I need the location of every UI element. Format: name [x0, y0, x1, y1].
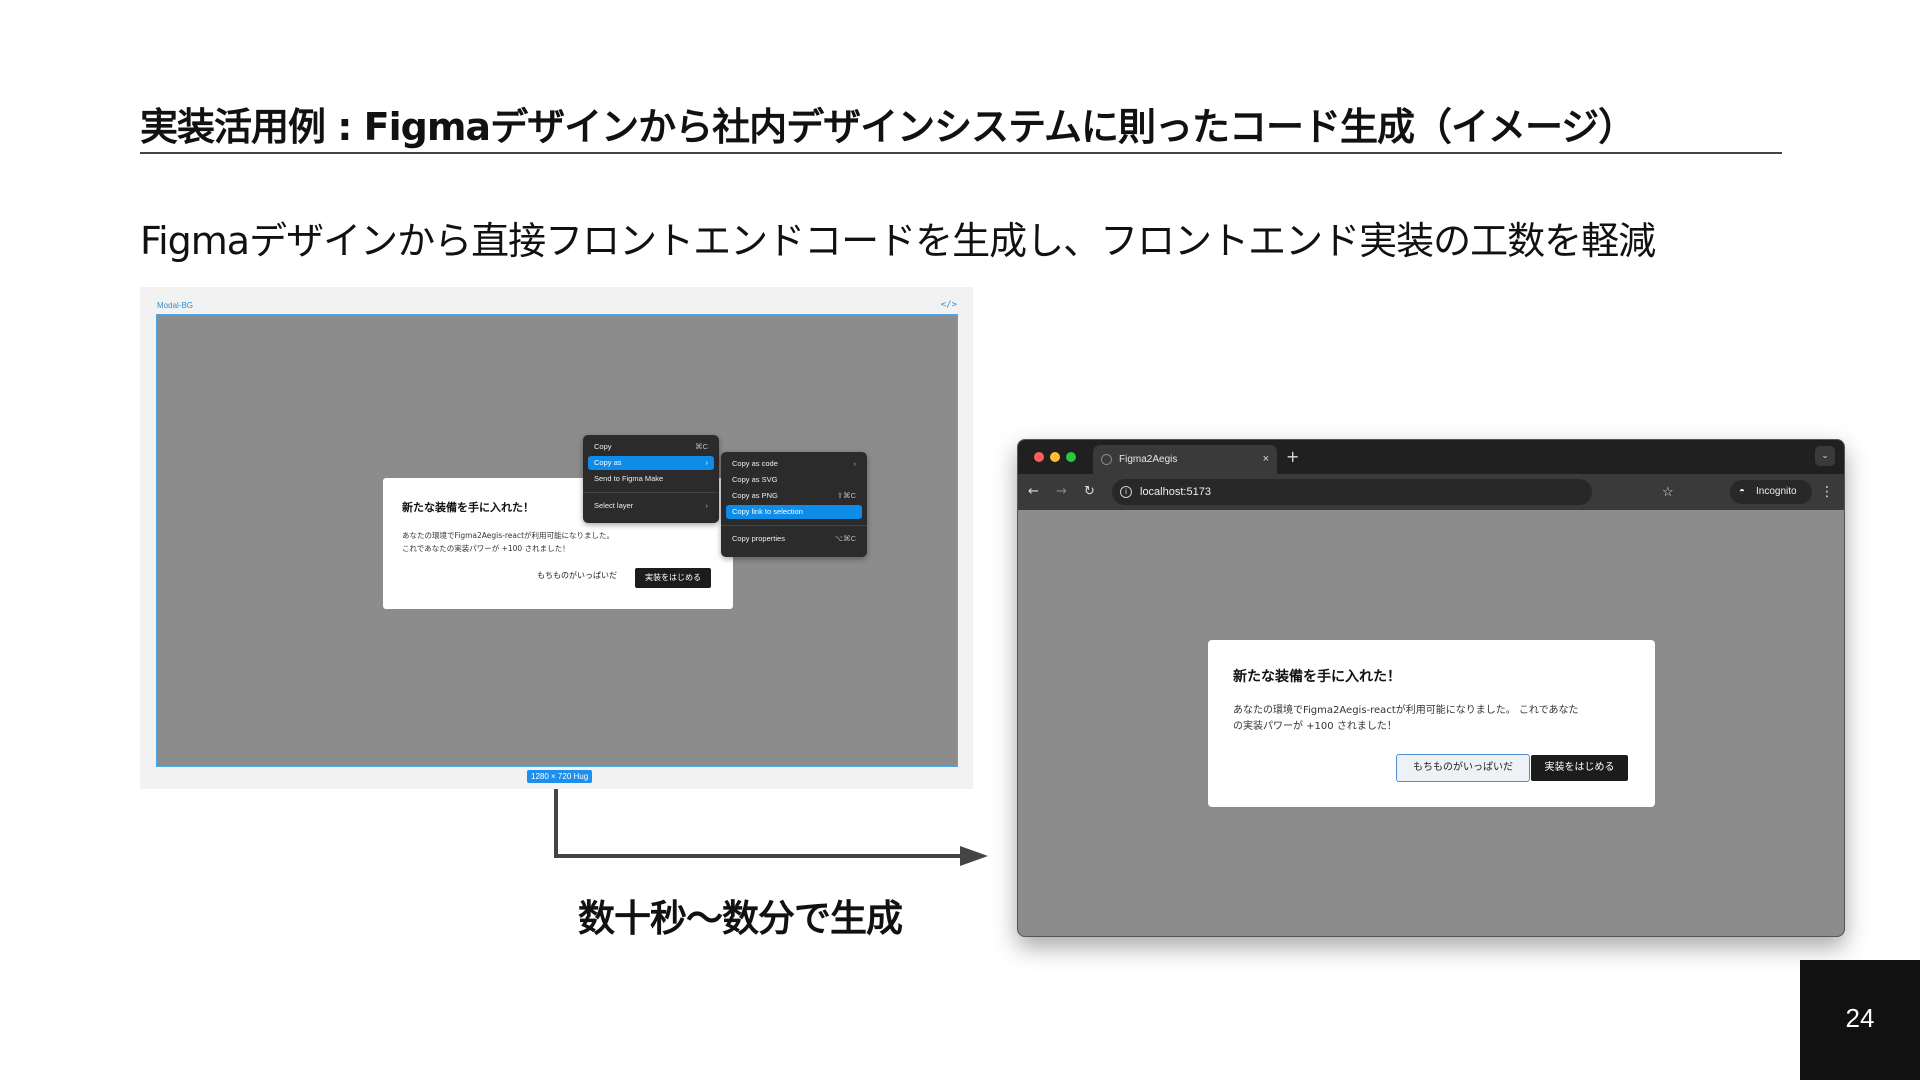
new-tab-button[interactable]: +: [1286, 444, 1299, 470]
forward-arrow-icon[interactable]: →: [1056, 474, 1067, 510]
arrow-line: [554, 789, 962, 858]
modal-body: あなたの環境でFigma2Aegis-reactが利用可能になりました。 これで…: [1233, 703, 1579, 735]
modal-secondary-button[interactable]: もちものがいっぱいだ: [1396, 754, 1530, 782]
page-number: 24: [1800, 960, 1920, 1080]
address-bar[interactable]: i localhost:5173 ☆: [1112, 479, 1674, 505]
bookmark-star-icon[interactable]: ☆: [1662, 479, 1674, 505]
close-tab-icon[interactable]: ×: [1263, 445, 1269, 474]
more-menu-icon[interactable]: ⋮: [1820, 474, 1834, 510]
site-info-icon[interactable]: i: [1120, 486, 1132, 498]
close-window-button[interactable]: [1034, 452, 1044, 462]
modal-title: 新たな装備を手に入れた！: [1233, 669, 1401, 685]
browser-window: Figma2Aegis × + ⌄ ← → ↻ i localhost:5173…: [1017, 439, 1845, 937]
rendered-modal[interactable]: 新たな装備を手に入れた！ あなたの環境でFigma2Aegis-reactが利用…: [1208, 640, 1655, 807]
generation-time-caption: 数十秒〜数分で生成: [578, 897, 903, 940]
incognito-label: Incognito: [1756, 486, 1797, 497]
minimize-window-button[interactable]: [1050, 452, 1060, 462]
tab-title: Figma2Aegis: [1119, 454, 1178, 465]
tab-search-button[interactable]: ⌄: [1815, 446, 1835, 466]
favicon-icon: [1101, 454, 1112, 465]
modal-body-line: の実装パワーが +100 されました！: [1233, 721, 1397, 732]
browser-toolbar: ← → ↻ i localhost:5173 ☆ ◓ Incognito ⋮: [1018, 474, 1844, 510]
modal-body-line: あなたの環境でFigma2Aegis-reactが利用可能になりました。 これで…: [1233, 705, 1579, 716]
url-text[interactable]: localhost:5173: [1140, 479, 1211, 505]
back-arrow-icon[interactable]: ←: [1028, 474, 1039, 510]
browser-tab-bar: Figma2Aegis × + ⌄: [1018, 440, 1844, 474]
modal-primary-button[interactable]: 実装をはじめる: [1531, 755, 1628, 781]
reload-icon[interactable]: ↻: [1084, 474, 1095, 510]
incognito-badge[interactable]: ◓ Incognito: [1730, 480, 1812, 504]
maximize-window-button[interactable]: [1066, 452, 1076, 462]
browser-tab[interactable]: Figma2Aegis ×: [1093, 445, 1277, 474]
arrow-head-icon: [960, 846, 988, 866]
incognito-icon: ◓: [1739, 486, 1746, 497]
